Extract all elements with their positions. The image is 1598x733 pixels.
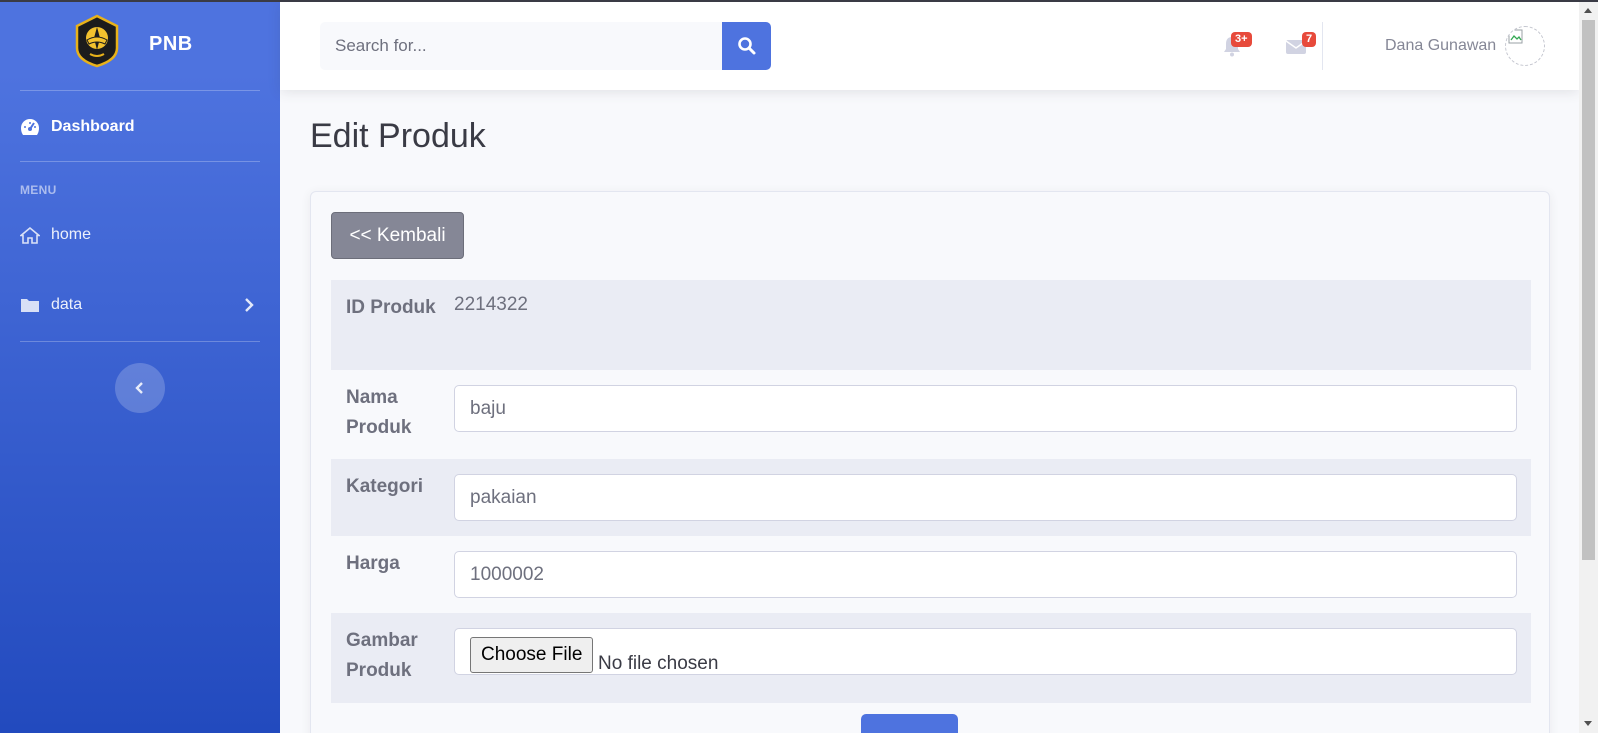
nama-label: Nama Produk <box>346 387 412 438</box>
topbar: 3+ 7 Dana Gunawan <box>280 2 1579 90</box>
harga-label: Harga <box>346 553 400 574</box>
search-icon <box>738 37 756 55</box>
broken-image-icon <box>1508 29 1523 44</box>
messages-dropdown[interactable]: 7 <box>1284 2 1324 90</box>
pnb-emblem-icon <box>75 14 119 68</box>
search-bar <box>320 22 771 70</box>
gambar-file-input[interactable]: Choose File No file chosen <box>454 628 1517 675</box>
scroll-down-arrow-icon[interactable] <box>1584 721 1592 726</box>
home-icon <box>20 226 40 244</box>
avatar[interactable] <box>1505 26 1545 66</box>
scroll-thumb[interactable] <box>1582 20 1595 560</box>
kategori-field[interactable]: pakaian <box>454 474 1517 521</box>
sidebar-item-home[interactable]: home <box>0 215 280 255</box>
alerts-dropdown[interactable]: 3+ <box>1220 2 1260 90</box>
folder-icon <box>21 299 39 312</box>
sidebar-item-label: data <box>51 296 83 313</box>
search-button[interactable] <box>722 22 771 70</box>
form-row-nama: Nama Produk baju <box>331 370 1531 459</box>
scroll-up-arrow-icon[interactable] <box>1584 8 1592 13</box>
messages-badge: 7 <box>1302 32 1317 47</box>
sidebar-toggle-button[interactable] <box>115 363 165 413</box>
sidebar-item-data[interactable]: data <box>0 285 280 325</box>
sidebar-brand[interactable]: PNB <box>0 14 280 76</box>
form-row-gambar: Gambar Produk Choose File No file chosen <box>331 613 1531 703</box>
page-title: Edit Produk <box>310 117 486 155</box>
sidebar-item-dashboard[interactable]: Dashboard <box>0 107 280 147</box>
nama-produk-field[interactable]: baju <box>454 385 1517 432</box>
back-button[interactable]: << Kembali <box>331 212 464 259</box>
harga-field[interactable]: 1000002 <box>454 551 1517 598</box>
page-scrollbar[interactable] <box>1579 2 1598 733</box>
window-top-border <box>0 0 1598 2</box>
topbar-divider <box>1322 22 1323 70</box>
chevron-right-icon <box>245 298 254 312</box>
search-input[interactable] <box>320 22 722 70</box>
sidebar-item-label: home <box>51 226 92 243</box>
form-row-harga: Harga 1000002 <box>331 536 1531 613</box>
user-name[interactable]: Dana Gunawan <box>1385 37 1496 55</box>
choose-file-button[interactable]: Choose File <box>470 637 594 673</box>
tachometer-icon <box>21 119 39 135</box>
sidebar-heading: MENU <box>20 183 57 197</box>
chevron-left-icon <box>135 382 143 394</box>
form-row-id: ID Produk 2214322 <box>331 280 1531 370</box>
sidebar-item-label: Dashboard <box>51 118 135 135</box>
form-row-kategori: Kategori pakaian <box>331 459 1531 536</box>
gambar-label: Gambar Produk <box>346 630 418 681</box>
id-value: 2214322 <box>454 294 528 315</box>
file-status: No file chosen <box>598 653 719 674</box>
edit-product-card: << Kembali ID Produk 2214322 Nama Produk… <box>310 191 1550 733</box>
submit-button[interactable] <box>861 714 958 733</box>
sidebar-divider <box>20 90 260 91</box>
sidebar-divider <box>20 161 260 162</box>
sidebar: PNB Dashboard MENU home data <box>0 0 280 733</box>
kategori-label: Kategori <box>346 476 424 497</box>
sidebar-divider <box>20 341 260 342</box>
alerts-badge: 3+ <box>1231 32 1252 47</box>
id-label: ID Produk <box>346 297 436 318</box>
brand-name: PNB <box>149 33 193 55</box>
